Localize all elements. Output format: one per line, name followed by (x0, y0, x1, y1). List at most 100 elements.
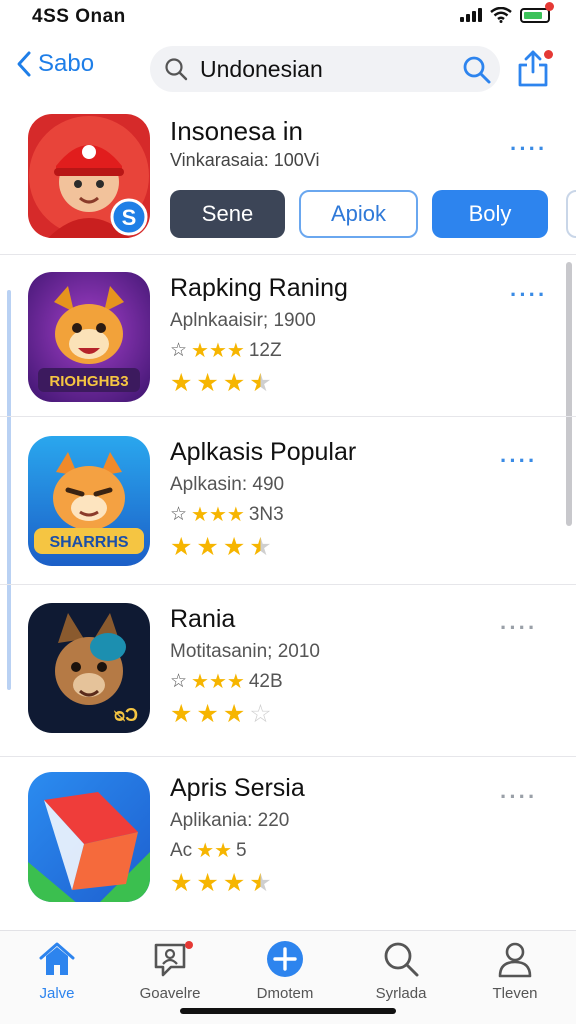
rating-summary: ☆ ★★★ 12Z (170, 338, 282, 363)
tab-label: Tleven (492, 985, 538, 1002)
app-icon[interactable]: SHARRHS (28, 436, 150, 566)
app-title: Rania (170, 605, 236, 633)
star-icon: ★ (170, 869, 193, 897)
status-time: 4SS Onan (32, 6, 126, 27)
app-subtitle: Aplkasin: 490 (170, 474, 285, 495)
search-icon (165, 58, 188, 81)
sene-button[interactable]: Sene (170, 190, 285, 238)
cellular-signal-icon (460, 8, 482, 22)
rating-summary: ☆ ★★★ 42B (170, 669, 283, 694)
rating-count: 42B (248, 670, 283, 692)
search-submit-icon[interactable] (462, 55, 492, 85)
search-input[interactable] (200, 54, 450, 84)
star-icon: ★ (249, 369, 272, 397)
search-icon (384, 942, 419, 977)
nav-bar: Sabo (0, 44, 576, 96)
tab-label: Syrlada (375, 985, 427, 1002)
tab-search[interactable]: Syrlada (346, 939, 456, 1009)
list-item[interactable]: ᴓƆ Rania Motitasanin; 2010 ☆ ★★★ 42B ★ ★ ★… (0, 603, 576, 763)
star-rating: ★ ★ ★ ★ (170, 532, 272, 562)
rating-summary: ☆ ★★★ 3N3 (170, 502, 284, 527)
status-icons (460, 1, 554, 23)
mini-stars-icon: ★★ (196, 840, 233, 862)
divider (0, 416, 576, 417)
featured-app-icon[interactable]: S (28, 114, 150, 238)
add-icon (267, 941, 303, 977)
wifi-icon (490, 7, 512, 23)
svg-text:S: S (122, 205, 137, 230)
star-icon: ★ (196, 533, 219, 561)
boly-button[interactable]: Boly (432, 190, 548, 238)
status-bar: 4SS Onan (0, 0, 576, 34)
more-options-icon[interactable]: ···· (510, 282, 547, 308)
star-icon: ★ (170, 533, 193, 561)
mini-stars-icon: ★★★ (191, 504, 245, 526)
star-icon: ★ (222, 700, 246, 728)
tab-profile[interactable]: Tleven (460, 939, 570, 1009)
divider (0, 756, 576, 757)
overflow-button[interactable] (566, 190, 576, 238)
tab-label: Jalve (39, 985, 75, 1002)
more-options-icon[interactable]: ···· (500, 615, 537, 641)
list-item[interactable]: Apris Sersia Aplikania: 220 Ac ★★ 5 ★ ★ ★ ★… (0, 772, 576, 932)
star-icon: ☆ (249, 700, 272, 728)
star-icon: ★ (222, 533, 246, 561)
chat-icon (154, 943, 186, 977)
rating-summary: Ac ★★ 5 (170, 838, 247, 863)
tab-chat[interactable]: Goavelre (115, 939, 225, 1009)
chevron-left-icon (17, 51, 31, 77)
more-options-icon[interactable]: ···· (500, 448, 537, 474)
battery-icon (520, 1, 554, 23)
featured-app-subtitle: Vinkarasaia: 100Vi (170, 150, 320, 170)
app-art-text: ᴓƆ (114, 705, 138, 725)
divider (0, 584, 576, 585)
rating-prefix: Ac (170, 839, 193, 861)
star-icon: ★ (222, 369, 246, 397)
home-indicator (180, 1008, 396, 1014)
star-icon: ★ (170, 369, 193, 397)
mini-stars-icon: ★★★ (191, 340, 245, 362)
star-icon: ★ (249, 869, 272, 897)
app-icon[interactable]: RIOHGHB3 (28, 272, 150, 402)
rating-prefix: ☆ (170, 671, 188, 692)
tab-home[interactable]: Jalve (2, 939, 112, 1009)
more-options-icon[interactable]: ···· (510, 136, 547, 162)
app-subtitle: Aplnkaaisir; 1900 (170, 310, 316, 331)
app-subtitle: Aplikania: 220 (170, 810, 290, 831)
badge-dot (185, 941, 193, 949)
more-options-icon[interactable]: ···· (500, 784, 537, 810)
star-icon: ★ (249, 533, 272, 561)
star-rating: ★ ★ ★ ★ (170, 368, 272, 398)
tab-label: Dmotem (256, 985, 314, 1002)
app-icon[interactable]: ᴓƆ (28, 603, 150, 733)
list-item[interactable]: SHARRHS Aplkasis Popular Aplkasin: 490 ☆… (0, 436, 576, 596)
search-bar[interactable] (150, 46, 500, 92)
back-button[interactable]: Sabo (16, 50, 94, 78)
notification-dot (545, 1, 554, 11)
list-item[interactable]: RIOHGHB3 Rapking Raning Aplnkaaisir; 190… (0, 272, 576, 432)
app-icon[interactable] (28, 772, 150, 902)
app-subtitle: Motitasanin; 2010 (170, 641, 320, 662)
mini-stars-icon: ★★★ (191, 671, 245, 693)
rating-count: 3N3 (248, 503, 284, 525)
tab-label: Goavelre (139, 985, 201, 1002)
featured-app-title: Insonesa in (170, 116, 303, 146)
star-icon: ★ (196, 869, 219, 897)
app-title: Rapking Raning (170, 274, 348, 302)
share-badge-dot (544, 50, 553, 59)
app-title: Aplkasis Popular (170, 438, 357, 466)
star-icon: ★ (196, 700, 219, 728)
featured-app: S Insonesa in Vinkarasaia: 100Vi ···· Se… (0, 110, 576, 254)
star-icon: ★ (222, 869, 246, 897)
star-icon: ★ (170, 700, 193, 728)
divider (0, 254, 576, 255)
profile-icon (498, 942, 532, 978)
star-icon: ★ (196, 369, 219, 397)
rating-prefix: ☆ (170, 340, 188, 361)
rating-count: 5 (236, 839, 247, 861)
app-title: Apris Sersia (170, 774, 305, 802)
app-art-text: RIOHGHB3 (49, 373, 128, 390)
apiok-button[interactable]: Apiok (299, 190, 418, 238)
back-label: Sabo (38, 50, 95, 77)
tab-add[interactable]: Dmotem (230, 939, 340, 1009)
